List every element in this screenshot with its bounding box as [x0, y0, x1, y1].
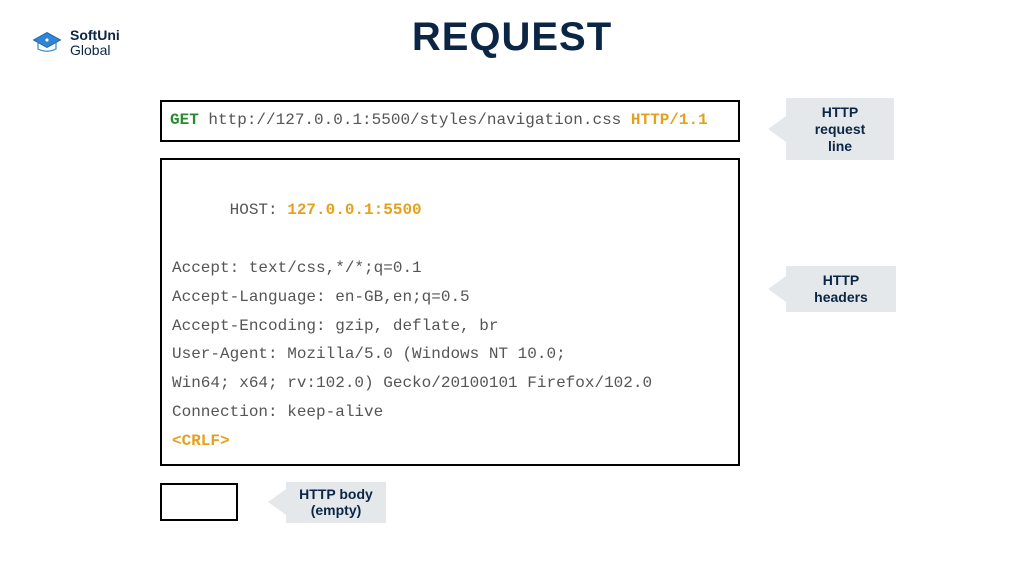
header-connection: Connection: keep-alive — [172, 398, 728, 427]
arrow-left-icon — [768, 276, 786, 302]
http-body-box — [160, 483, 238, 521]
http-body-label-text: HTTP body(empty) — [286, 482, 386, 524]
page-title: REQUEST — [0, 15, 1024, 60]
header-accept-encoding: Accept-Encoding: gzip, deflate, br — [172, 312, 728, 341]
header-user-agent-line1: User-Agent: Mozilla/5.0 (Windows NT 10.0… — [172, 340, 728, 369]
arrow-left-icon — [768, 116, 786, 142]
header-host: HOST: 127.0.0.1:5500 — [172, 168, 728, 254]
header-host-key: HOST: — [230, 201, 288, 219]
header-crlf: <CRLF> — [172, 427, 728, 456]
http-method: GET — [170, 111, 199, 129]
http-request-line-label-text: HTTP requestline — [786, 98, 894, 160]
http-url: http://127.0.0.1:5500/styles/navigation.… — [199, 111, 631, 129]
http-body-row: HTTP body(empty) — [160, 482, 880, 524]
http-body-label: HTTP body(empty) — [268, 482, 386, 524]
http-headers-label: HTTP headers — [768, 266, 896, 312]
http-headers-label-text: HTTP headers — [786, 266, 896, 312]
http-request-line-box: GET http://127.0.0.1:5500/styles/navigat… — [160, 100, 740, 142]
header-accept: Accept: text/css,*/*;q=0.1 — [172, 254, 728, 283]
arrow-left-icon — [268, 489, 286, 515]
header-host-value: 127.0.0.1:5500 — [287, 201, 421, 219]
http-request-line-label: HTTP requestline — [768, 98, 894, 160]
header-accept-language: Accept-Language: en-GB,en;q=0.5 — [172, 283, 728, 312]
header-user-agent-line2: Win64; x64; rv:102.0) Gecko/20100101 Fir… — [172, 369, 728, 398]
http-protocol: HTTP/1.1 — [631, 111, 708, 129]
http-headers-box: HOST: 127.0.0.1:5500 Accept: text/css,*/… — [160, 158, 740, 466]
